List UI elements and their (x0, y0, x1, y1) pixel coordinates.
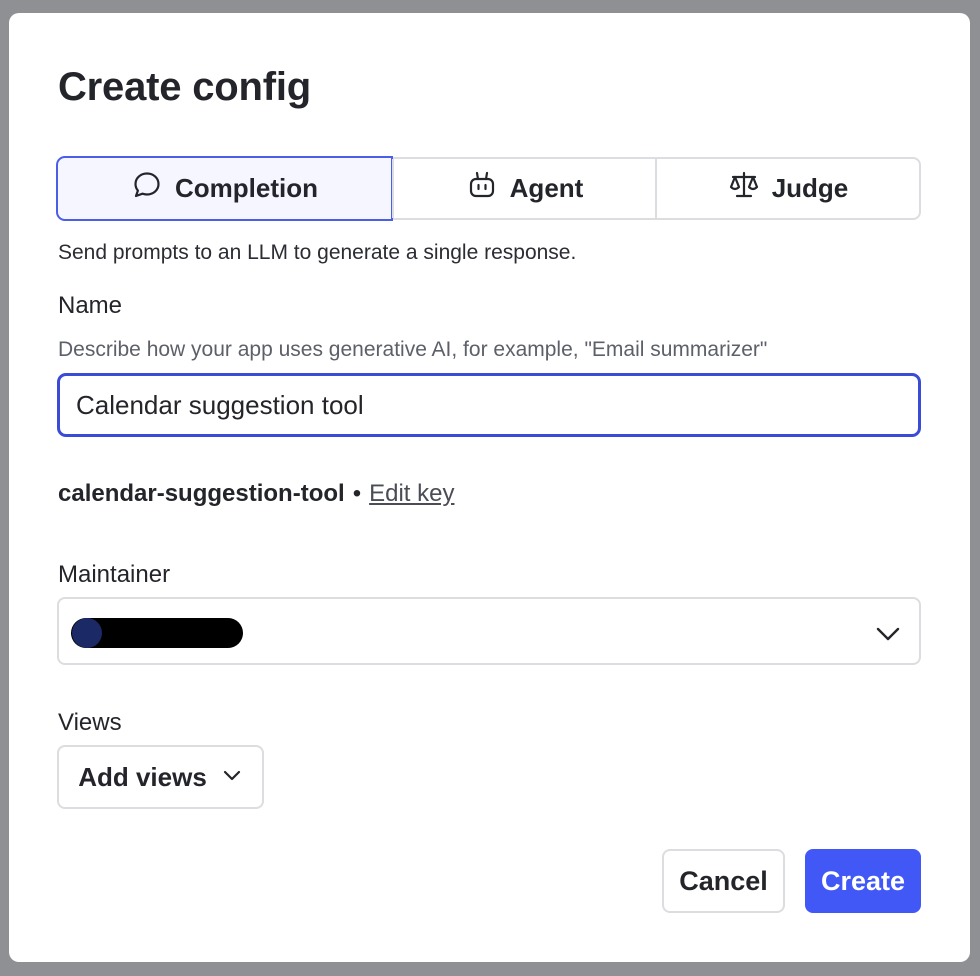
key-separator: • (352, 480, 362, 507)
create-config-dialog: Create config Completion Agent Judge Sen… (9, 13, 970, 962)
dialog-title: Create config (58, 65, 312, 109)
chevron-down-icon (221, 762, 243, 793)
config-key: calendar-suggestion-tool (58, 480, 345, 507)
name-label: Name (58, 292, 123, 319)
maintainer-label: Maintainer (58, 561, 171, 588)
key-row: calendar-suggestion-tool • Edit key (58, 480, 454, 508)
add-views-label: Add views (78, 761, 207, 792)
name-hint: Describe how your app uses generative AI… (58, 338, 768, 361)
tab-completion-label: Completion (175, 173, 318, 203)
tab-agent-label: Agent (509, 173, 584, 203)
views-label: Views (58, 709, 122, 736)
robot-icon (466, 169, 498, 208)
add-views-button[interactable]: Add views (57, 745, 264, 809)
tab-agent[interactable]: Agent (392, 159, 655, 218)
edit-key-link[interactable]: Edit key (369, 480, 454, 508)
scale-icon (728, 169, 760, 208)
name-input[interactable] (57, 373, 921, 437)
create-button[interactable]: Create (805, 849, 921, 913)
cancel-button[interactable]: Cancel (662, 849, 785, 913)
avatar (72, 618, 102, 648)
maintainer-select[interactable] (57, 597, 921, 665)
tab-completion[interactable]: Completion (56, 156, 393, 221)
tab-judge[interactable]: Judge (655, 159, 919, 218)
chevron-down-icon (873, 619, 903, 649)
chat-bubble-icon (131, 169, 163, 208)
config-type-description: Send prompts to an LLM to generate a sin… (58, 241, 577, 264)
tab-judge-label: Judge (771, 173, 849, 203)
config-type-selector: Completion Agent Judge (56, 156, 921, 221)
